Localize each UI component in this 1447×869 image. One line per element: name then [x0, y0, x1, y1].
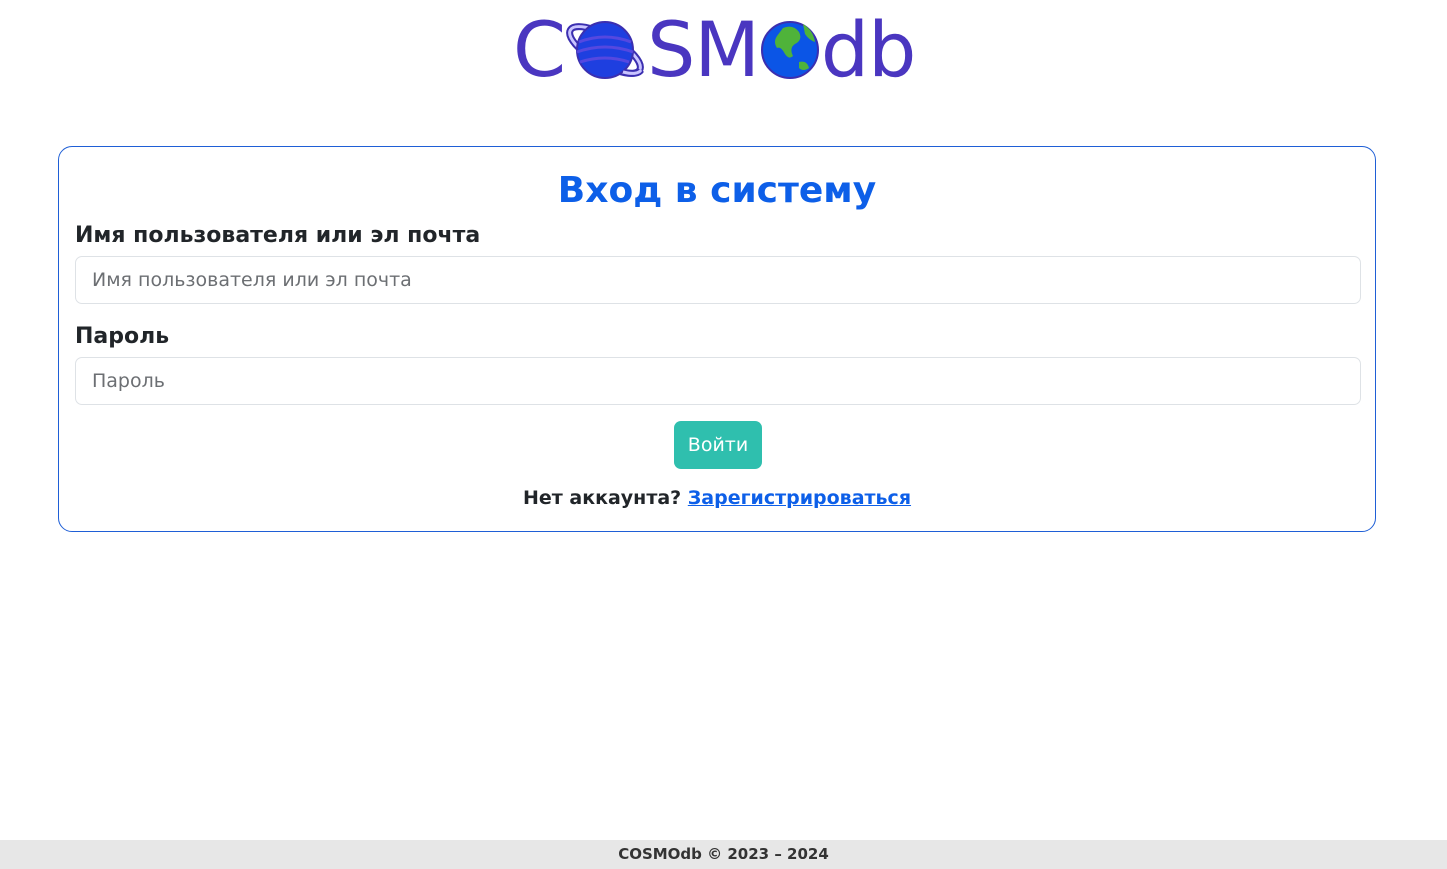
login-card: Вход в систему Имя пользователя или эл п… — [58, 146, 1376, 532]
logo-letters-db: db — [820, 5, 916, 94]
logo-letter-c: C — [513, 5, 566, 94]
site-logo[interactable]: C SM db — [513, 12, 923, 88]
username-label: Имя пользователя или эл почта — [75, 223, 481, 248]
register-link[interactable]: Зарегистрироваться — [688, 487, 911, 509]
login-button[interactable]: Войти — [674, 421, 762, 469]
login-title: Вход в систему — [557, 170, 877, 211]
username-input[interactable] — [75, 256, 1361, 304]
footer-copyright: COSMOdb © 2023 – 2024 — [618, 845, 829, 863]
no-account-text: Нет аккаунта? — [522, 487, 682, 509]
ringed-planet-icon — [566, 21, 645, 79]
earth-globe-icon — [760, 21, 819, 79]
password-label: Пароль — [75, 324, 170, 349]
logo-letters-sm: SM — [647, 5, 760, 94]
signup-prompt: Нет аккаунта? Зарегистрироваться — [59, 485, 1375, 511]
footer: COSMOdb © 2023 – 2024 — [0, 840, 1447, 869]
password-input[interactable] — [75, 357, 1361, 405]
